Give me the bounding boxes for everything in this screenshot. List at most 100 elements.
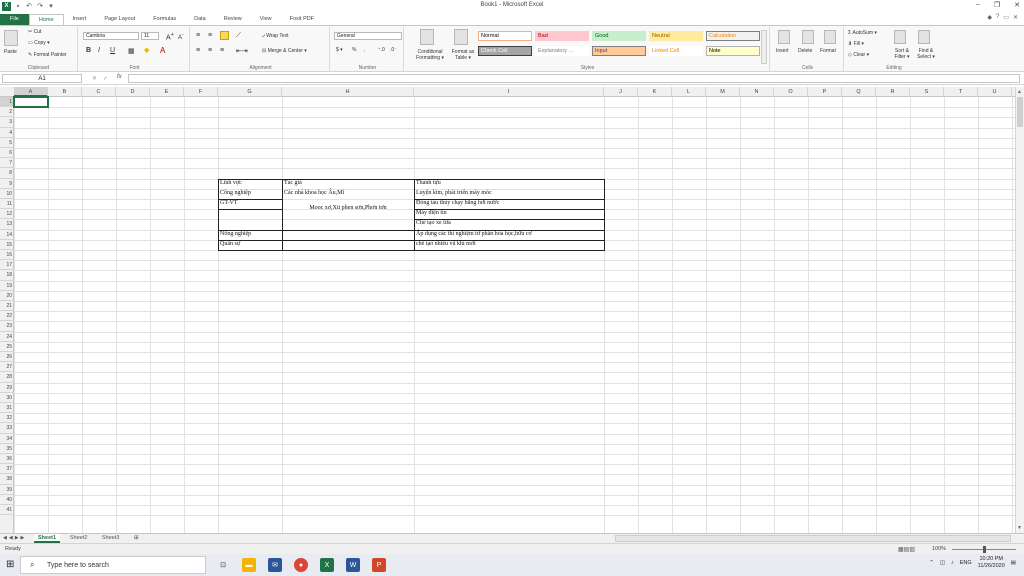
row-header-41[interactable]: 41: [0, 505, 14, 516]
font-name-select[interactable]: Cambria: [83, 32, 139, 40]
row-header-20[interactable]: 20: [0, 291, 14, 301]
format-button[interactable]: Format: [820, 48, 836, 54]
autosum-button[interactable]: Σ AutoSum ▾: [848, 30, 877, 36]
row-header-40[interactable]: 40: [0, 495, 14, 505]
orientation-icon[interactable]: ⟋: [236, 32, 241, 40]
cell-g14[interactable]: Nông nghiệp: [220, 231, 251, 237]
percent-button[interactable]: %: [352, 47, 356, 53]
powerpoint-icon[interactable]: P: [372, 558, 386, 572]
column-header-p[interactable]: P: [808, 87, 842, 97]
row-header-11[interactable]: 11: [0, 199, 14, 210]
row-header-4[interactable]: 4: [0, 128, 14, 138]
tab-home[interactable]: Home: [28, 14, 64, 25]
cell-g10[interactable]: Công nghiệp: [220, 190, 251, 196]
row-header-14[interactable]: 14: [0, 230, 14, 240]
column-header-i[interactable]: I: [414, 87, 604, 97]
decrease-decimal-icon[interactable]: .0⁻: [390, 47, 397, 53]
row-header-5[interactable]: 5: [0, 138, 14, 148]
style-linked-cell[interactable]: Linked Cell: [649, 46, 703, 56]
row-header-21[interactable]: 21: [0, 301, 14, 312]
style-neutral[interactable]: Neutral: [649, 31, 703, 41]
clock[interactable]: 10:20 PM 11/26/2020: [978, 556, 1005, 570]
windows-start-icon[interactable]: ⊞: [6, 559, 14, 570]
sheet-nav-arrows-icon[interactable]: ◀◀▶▶: [3, 535, 26, 541]
row-header-22[interactable]: 22: [0, 311, 14, 322]
column-header-k[interactable]: K: [638, 87, 672, 97]
paste-button[interactable]: Paste: [4, 49, 17, 55]
row-header-38[interactable]: 38: [0, 474, 14, 485]
bold-button[interactable]: B: [86, 47, 91, 54]
formula-cancel-icon[interactable]: ✕: [92, 75, 97, 82]
styles-scroll[interactable]: [761, 30, 767, 64]
number-format-select[interactable]: General: [334, 32, 402, 40]
column-header-n[interactable]: N: [740, 87, 774, 97]
worksheet-grid[interactable]: ABCDEFGHIJKLMNOPQRSTU 1 2 3 4 5 6 7 8 9 10 11 12 13 1…: [0, 87, 1015, 533]
scroll-down-icon[interactable]: ▼: [1017, 525, 1022, 531]
sheet-tab-sheet1[interactable]: Sheet1: [34, 534, 61, 543]
row-header-1[interactable]: 1: [0, 97, 14, 108]
cell-g11[interactable]: GT-VT: [220, 200, 237, 206]
find-select-icon[interactable]: [918, 30, 930, 44]
row-header-2[interactable]: 2: [0, 107, 14, 118]
column-header-e[interactable]: E: [150, 87, 184, 97]
cell-h10[interactable]: Các nhà khoa học Âu,Mĩ: [284, 190, 344, 196]
close-button[interactable]: ✕: [1014, 1, 1020, 9]
align-right-icon[interactable]: ≡: [220, 47, 224, 54]
tray-chevron-icon[interactable]: ⌃: [929, 560, 934, 566]
currency-button[interactable]: $ ▾: [336, 47, 343, 53]
row-header-30[interactable]: 30: [0, 393, 14, 403]
cell-i12[interactable]: Máy điện tín: [416, 210, 447, 216]
fill-color-icon[interactable]: ◆: [144, 46, 149, 54]
tab-page-layout[interactable]: Page Layout: [95, 14, 144, 25]
row-header-13[interactable]: 13: [0, 219, 14, 230]
row-header-36[interactable]: 36: [0, 454, 14, 465]
undo-icon[interactable]: ↶: [25, 2, 33, 10]
comma-button[interactable]: ,: [364, 47, 365, 53]
style-note[interactable]: Note: [706, 46, 760, 56]
chrome-icon[interactable]: ●: [294, 558, 308, 572]
align-middle-icon[interactable]: ≡: [208, 32, 212, 39]
row-header-6[interactable]: 6: [0, 148, 14, 159]
column-header-j[interactable]: J: [604, 87, 638, 97]
row-header-26[interactable]: 26: [0, 352, 14, 363]
sort-filter-icon[interactable]: [894, 30, 906, 44]
horizontal-scrollbar[interactable]: [615, 535, 1011, 542]
vertical-scrollbar[interactable]: ▲ ▼: [1015, 87, 1024, 533]
merge-center-button[interactable]: ⊟ Merge & Center ▾: [262, 48, 307, 54]
row-header-18[interactable]: 18: [0, 270, 14, 281]
fill-button[interactable]: ⬇ Fill ▾: [848, 41, 864, 47]
tab-insert[interactable]: Insert: [64, 14, 96, 25]
cell-h11[interactable]: Mooc xơ,Xti phen sơn,Phơn tơn: [284, 205, 412, 211]
column-header-m[interactable]: M: [706, 87, 740, 97]
column-header-d[interactable]: D: [116, 87, 150, 97]
customize-qat-icon[interactable]: ▾: [47, 2, 55, 10]
sheet-tab-sheet2[interactable]: Sheet2: [66, 534, 91, 543]
row-header-25[interactable]: 25: [0, 342, 14, 352]
conditional-formatting-button[interactable]: Conditional Formatting ▾: [410, 49, 450, 61]
row-header-27[interactable]: 27: [0, 362, 14, 373]
cell-i10[interactable]: Luyện kim, phát triển máy móc: [416, 190, 492, 196]
column-header-g[interactable]: G: [218, 87, 282, 97]
scroll-up-icon[interactable]: ▲: [1017, 89, 1022, 95]
sheet-tab-sheet3[interactable]: Sheet3: [98, 534, 123, 543]
name-box[interactable]: A1: [2, 74, 82, 83]
tab-view[interactable]: View: [251, 14, 281, 25]
cell-g15[interactable]: Quân sự: [220, 241, 240, 247]
row-header-37[interactable]: 37: [0, 464, 14, 475]
row-header-34[interactable]: 34: [0, 434, 14, 444]
word-icon[interactable]: W: [346, 558, 360, 572]
wrap-text-button[interactable]: ⤶ Wrap Text: [262, 33, 289, 39]
cell-i13[interactable]: Chế tạo xe lửa: [416, 220, 451, 226]
view-buttons-icon[interactable]: ▦▤▥: [898, 546, 915, 553]
align-top-icon[interactable]: ≡: [196, 32, 200, 39]
help-icon[interactable]: ?: [996, 14, 999, 21]
minimize-button[interactable]: –: [976, 1, 980, 9]
copy-button[interactable]: ▭ Copy ▾: [28, 40, 50, 46]
format-table-button[interactable]: Format as Table ▾: [450, 49, 476, 61]
row-header-33[interactable]: 33: [0, 423, 14, 434]
row-header-17[interactable]: 17: [0, 260, 14, 271]
column-header-f[interactable]: F: [184, 87, 218, 97]
column-header-l[interactable]: L: [672, 87, 706, 97]
column-header-r[interactable]: R: [876, 87, 910, 97]
grow-font-icon[interactable]: A+: [166, 32, 174, 41]
